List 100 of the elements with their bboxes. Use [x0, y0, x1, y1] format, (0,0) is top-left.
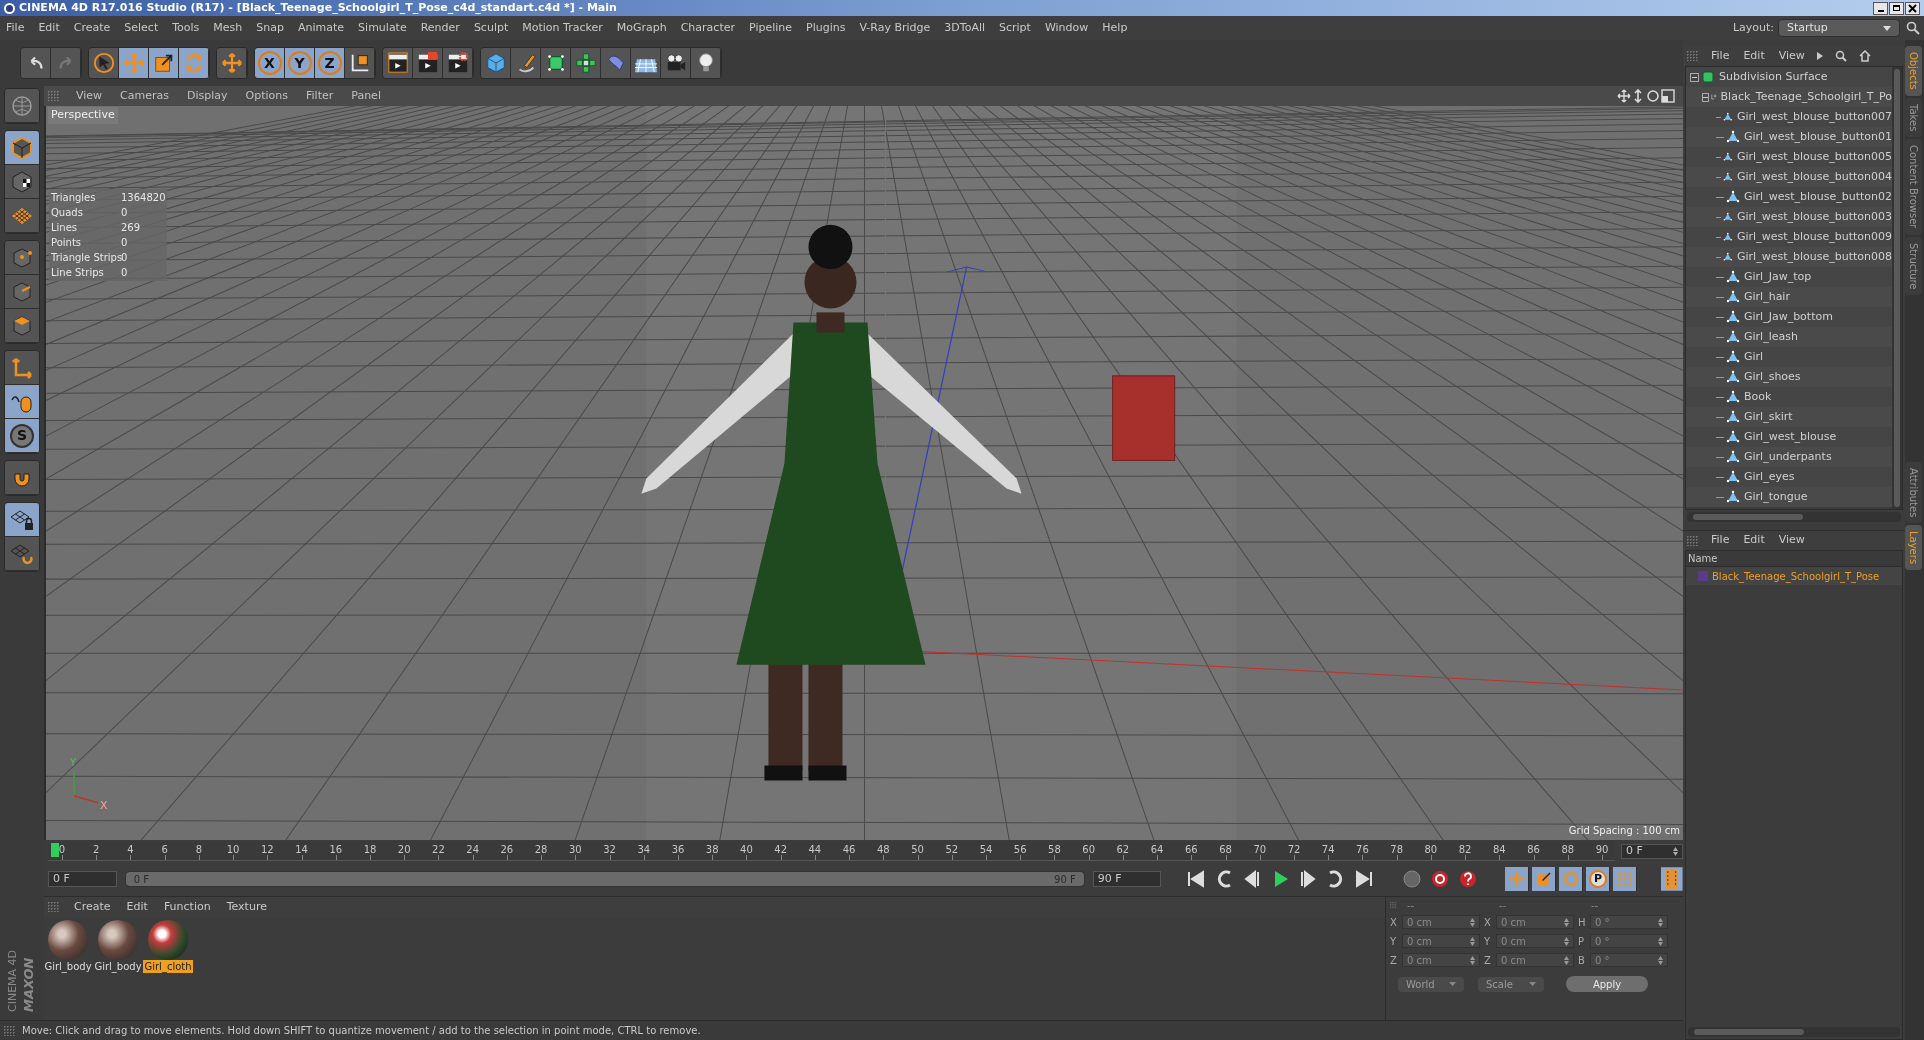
tool-button[interactable]	[1613, 867, 1638, 891]
menu-item[interactable]: Tools	[172, 19, 200, 37]
tool-button[interactable]	[5, 131, 39, 165]
menu-item[interactable]: Motion Tracker	[522, 19, 603, 37]
close-button[interactable]	[1905, 1, 1920, 15]
tool-button[interactable]	[5, 503, 39, 537]
side-tab[interactable]: Content Browser	[1905, 139, 1922, 235]
tool-button[interactable]	[5, 165, 39, 199]
tool-button[interactable]	[443, 48, 473, 78]
menu-item[interactable]: File	[6, 19, 25, 37]
tool-button[interactable]: S	[5, 419, 39, 453]
menu-item[interactable]: Pipeline	[749, 19, 793, 37]
tool-button[interactable]	[179, 48, 209, 78]
menu-item[interactable]: Script	[999, 19, 1031, 37]
menu-item[interactable]: Plugins	[806, 19, 846, 37]
menu-item[interactable]: V-Ray Bridge	[859, 19, 931, 37]
menu-item[interactable]: Render	[420, 19, 460, 37]
timeline-ruler[interactable]: 0 2 4 6 8 10 12 14 16 18 20 22 24 26 28 30 32 34 36 38 40 42 44 46 48 50 52 54 56 58 60 62 64 66 68 70 72 74 76 78 80 82 84 86 88 90	[48, 841, 1616, 861]
viewport-menu-item[interactable]: View	[76, 87, 103, 105]
menu-item[interactable]: Character	[680, 19, 735, 37]
minimize-button[interactable]	[1873, 1, 1888, 15]
tool-button[interactable]	[5, 309, 39, 343]
side-tab[interactable]: Structure	[1905, 236, 1922, 296]
tool-button[interactable]	[481, 48, 511, 78]
side-tab[interactable]: Objects	[1905, 46, 1922, 96]
search-icon[interactable]	[1906, 21, 1920, 35]
tool-button[interactable]	[217, 48, 247, 78]
material-menu-item[interactable]: Function	[163, 898, 211, 916]
expand-toggle[interactable]	[1702, 92, 1709, 102]
viewport-menu-item[interactable]: Filter	[306, 87, 334, 105]
menu-item[interactable]: Mesh	[213, 19, 243, 37]
menu-item[interactable]: Sculpt	[473, 19, 509, 37]
side-tab[interactable]: Layers	[1905, 524, 1922, 570]
viewport-menu-item[interactable]: Options	[245, 87, 288, 105]
side-tab[interactable]: Takes	[1905, 97, 1922, 138]
tool-button[interactable]	[149, 48, 179, 78]
menu-item[interactable]: Select	[124, 19, 159, 37]
restore-button[interactable]	[1889, 1, 1904, 15]
vertical-scrollbar[interactable]	[1892, 67, 1902, 509]
menu-item[interactable]: Edit	[38, 19, 60, 37]
menu-item[interactable]: File	[1711, 47, 1730, 65]
tool-button[interactable]: Z	[315, 48, 345, 78]
tool-button[interactable]	[89, 48, 119, 78]
tool-button[interactable]	[413, 48, 443, 78]
menu-item[interactable]: MoGraph	[616, 19, 667, 37]
viewport-menu-item[interactable]: Cameras	[120, 87, 169, 105]
layer-color-swatch[interactable]	[1698, 571, 1708, 581]
tool-button[interactable]	[5, 199, 39, 233]
start-frame-field[interactable]: 0 F	[48, 871, 117, 887]
search-icon[interactable]	[1834, 50, 1847, 62]
layout-dropdown[interactable]: Startup	[1778, 19, 1900, 37]
tool-button[interactable]	[571, 48, 601, 78]
home-icon[interactable]	[1858, 50, 1871, 62]
material-name[interactable]: Girl_cloth	[143, 960, 193, 973]
menu-item[interactable]: Help	[1102, 19, 1128, 37]
tool-button[interactable]	[5, 385, 39, 419]
expand-toggle[interactable]	[1690, 72, 1699, 82]
tool-button[interactable]	[511, 48, 541, 78]
tool-button[interactable]	[383, 48, 413, 78]
expand-arrow-icon[interactable]	[1816, 52, 1823, 60]
horizontal-scrollbar[interactable]	[1688, 1027, 1900, 1037]
spinner-arrows-icon[interactable]	[1673, 846, 1678, 856]
menu-item[interactable]: Animate	[298, 19, 345, 37]
tool-button[interactable]: X	[255, 48, 285, 78]
menu-item[interactable]: Snap	[256, 19, 284, 37]
viewport-menu-item[interactable]: Panel	[351, 87, 381, 105]
menu-item[interactable]: Edit	[1743, 47, 1765, 65]
material-swatch[interactable]	[98, 920, 138, 960]
side-tab[interactable]: Attributes	[1905, 461, 1922, 523]
menu-item[interactable]: File	[1711, 532, 1730, 549]
tool-button[interactable]	[21, 48, 51, 78]
menu-item[interactable]: Edit	[1743, 532, 1765, 549]
end-frame-field[interactable]: 90 F	[1092, 871, 1162, 887]
material-menu-item[interactable]: Texture	[226, 898, 267, 916]
tool-button[interactable]	[1505, 867, 1530, 891]
material-menu-item[interactable]: Create	[74, 898, 111, 916]
menu-item[interactable]: 3DToAll	[944, 19, 985, 37]
tool-button[interactable]	[691, 48, 721, 78]
tool-button[interactable]	[345, 48, 375, 78]
menu-item[interactable]: Window	[1044, 19, 1089, 37]
menu-item[interactable]: View	[1778, 532, 1805, 549]
tool-button[interactable]: P	[1586, 867, 1611, 891]
tool-button[interactable]	[1532, 867, 1557, 891]
viewport-navigation-icons[interactable]	[1617, 89, 1675, 103]
material-swatch[interactable]	[48, 920, 88, 960]
tool-button[interactable]	[541, 48, 571, 78]
horizontal-scrollbar[interactable]	[1687, 512, 1901, 522]
tool-button[interactable]	[119, 48, 149, 78]
material-menu-item[interactable]: Edit	[126, 898, 148, 916]
viewport-menu-item[interactable]: Display	[187, 87, 228, 105]
record-icon[interactable]	[1401, 868, 1424, 890]
menu-item[interactable]: View	[1778, 47, 1805, 65]
tool-button[interactable]	[5, 461, 39, 495]
material-swatch[interactable]	[148, 920, 188, 960]
menu-item[interactable]: Simulate	[358, 19, 407, 37]
tool-button[interactable]	[631, 48, 661, 78]
film-strip-icon[interactable]	[1661, 867, 1683, 891]
tool-button[interactable]: Y	[285, 48, 315, 78]
tool-button[interactable]	[661, 48, 691, 78]
menu-item[interactable]: Create	[73, 19, 111, 37]
